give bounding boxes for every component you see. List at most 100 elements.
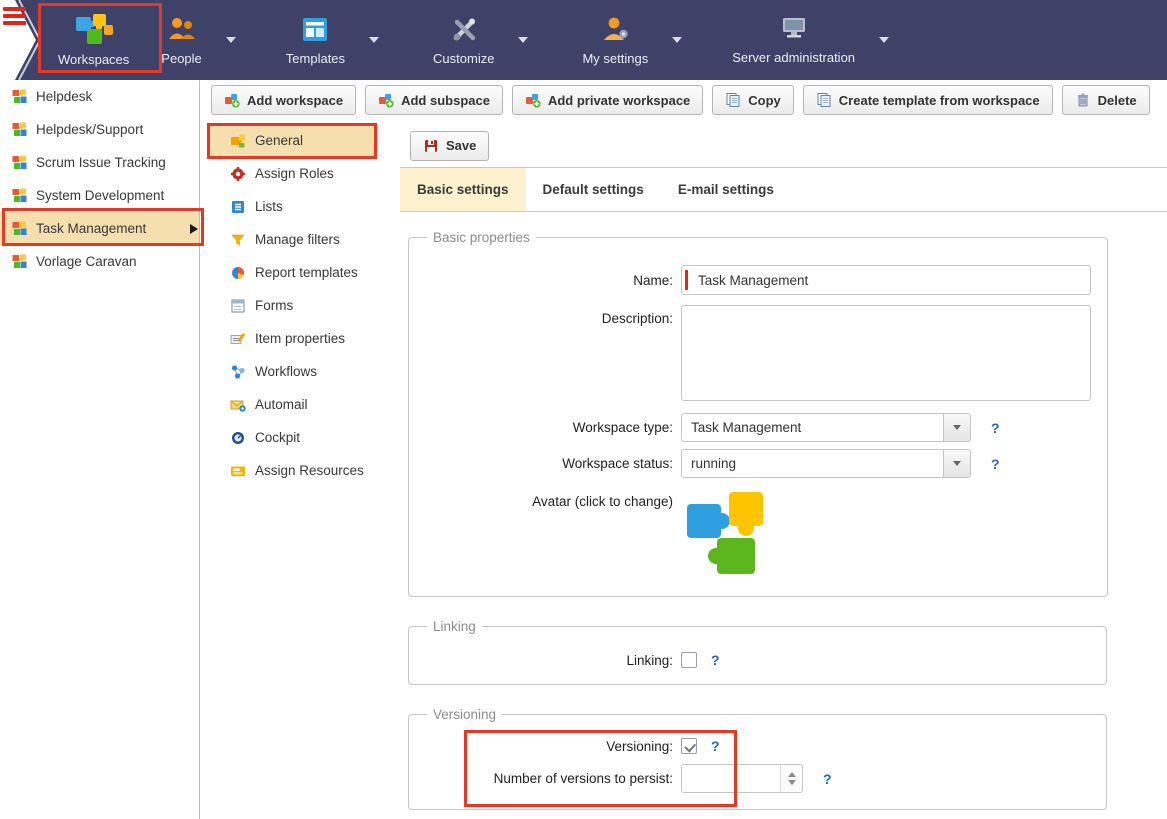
menu-item-label: Automail: [255, 397, 308, 412]
button-label: Add subspace: [401, 93, 490, 108]
chevron-down-icon: [672, 37, 682, 43]
sidebar-item-label: System Development: [36, 188, 164, 203]
server-administration-dropdown[interactable]: [871, 0, 897, 80]
menu-item-cockpit[interactable]: Cockpit: [210, 421, 400, 454]
nav-label-people: People: [161, 51, 201, 66]
menu-item-forms[interactable]: Forms: [210, 289, 400, 322]
help-icon[interactable]: ?: [991, 456, 1000, 472]
sidebar-item-label: Vorlage Caravan: [36, 254, 137, 269]
people-dropdown[interactable]: [218, 0, 244, 80]
nav-item-people[interactable]: People: [145, 0, 217, 80]
workspace-settings-content: Save Basic settings Default settings E-m…: [400, 124, 1167, 819]
name-row: Name:: [419, 265, 1091, 295]
versioning-row: Versioning: ?: [419, 738, 1090, 754]
basic-properties-fieldset: Basic properties Name: Description: Work…: [408, 230, 1108, 597]
linking-checkbox[interactable]: [681, 652, 697, 668]
name-label: Name:: [419, 273, 673, 288]
menu-item-item-properties[interactable]: Item properties: [210, 322, 400, 355]
chevron-down-icon[interactable]: [943, 450, 970, 477]
workspace-status-row: Workspace status: running ?: [419, 449, 1091, 478]
menu-item-workflows[interactable]: Workflows: [210, 355, 400, 388]
sidebar-item-vorlage-caravan[interactable]: Vorlage Caravan: [0, 245, 199, 278]
customize-dropdown[interactable]: [510, 0, 536, 80]
save-icon: [423, 138, 439, 154]
save-button[interactable]: Save: [410, 131, 489, 161]
add-subspace-icon: [378, 92, 394, 108]
menu-item-label: Report templates: [255, 265, 358, 280]
nav-item-my-settings[interactable]: My settings: [566, 0, 664, 80]
menu-item-label: General: [255, 133, 303, 148]
spinner-down-icon[interactable]: [788, 780, 796, 785]
my-settings-dropdown[interactable]: [664, 0, 690, 80]
sidebar-item-scrum-issue-tracking[interactable]: Scrum Issue Tracking: [0, 146, 199, 179]
nav-item-workspaces[interactable]: Workspaces: [42, 0, 145, 80]
workspace-avatar[interactable]: [681, 488, 773, 580]
workspace-puzzle-icon: [12, 221, 27, 236]
versioning-checkbox[interactable]: [681, 738, 697, 754]
add-private-workspace-button[interactable]: Add private workspace: [512, 85, 703, 115]
nav-label-my-settings: My settings: [582, 51, 648, 66]
avatar-row: Avatar (click to change): [419, 488, 1091, 580]
add-subspace-button[interactable]: Add subspace: [365, 85, 503, 115]
workspace-type-select[interactable]: Task Management: [681, 413, 971, 442]
assign-roles-icon: [230, 166, 246, 182]
menu-item-assign-roles[interactable]: Assign Roles: [210, 157, 400, 190]
automail-icon: [230, 397, 246, 413]
nav-label-workspaces: Workspaces: [58, 52, 129, 67]
sidebar-item-label: Scrum Issue Tracking: [36, 155, 166, 170]
sidebar-item-task-management[interactable]: Task Management: [0, 212, 199, 245]
workspace-type-row: Workspace type: Task Management ?: [419, 413, 1091, 442]
workspace-puzzle-icon: [12, 89, 27, 104]
chevron-down-icon: [369, 37, 379, 43]
sidebar-item-helpdesk-support[interactable]: Helpdesk/Support: [0, 113, 199, 146]
menu-item-assign-resources[interactable]: Assign Resources: [210, 454, 400, 487]
add-workspace-button[interactable]: Add workspace: [211, 85, 356, 115]
nav-item-templates[interactable]: Templates: [270, 0, 361, 80]
menu-item-label: Assign Roles: [255, 166, 334, 181]
linking-fieldset: Linking Linking: ?: [408, 619, 1107, 685]
chevron-down-icon[interactable]: [943, 414, 970, 441]
server-administration-icon: [779, 15, 809, 43]
menu-item-lists[interactable]: Lists: [210, 190, 400, 223]
help-icon[interactable]: ?: [711, 738, 720, 754]
description-textarea[interactable]: [681, 305, 1091, 401]
help-icon[interactable]: ?: [823, 771, 832, 787]
sidebar-item-helpdesk[interactable]: Helpdesk: [0, 80, 199, 113]
versioning-label: Versioning:: [419, 739, 673, 754]
sidebar-item-system-development[interactable]: System Development: [0, 179, 199, 212]
nav-item-customize[interactable]: Customize: [417, 0, 510, 80]
menu-item-report-templates[interactable]: Report templates: [210, 256, 400, 289]
workspace-status-select[interactable]: running: [681, 449, 971, 478]
workspace-puzzle-icon: [12, 254, 27, 269]
button-label: Add workspace: [247, 93, 343, 108]
workspaces-puzzle-icon: [74, 14, 114, 45]
chevron-down-icon: [518, 37, 528, 43]
menu-item-manage-filters[interactable]: Manage filters: [210, 223, 400, 256]
number-spinner[interactable]: [780, 765, 802, 792]
tab-default-settings[interactable]: Default settings: [526, 168, 661, 211]
add-private-workspace-icon: [525, 92, 541, 108]
menu-item-label: Cockpit: [255, 430, 300, 445]
name-input[interactable]: [681, 265, 1091, 295]
templates-dropdown[interactable]: [361, 0, 387, 80]
basic-properties-legend: Basic properties: [427, 230, 536, 245]
button-label: Copy: [748, 93, 781, 108]
expand-arrow-icon[interactable]: [190, 224, 198, 234]
delete-button[interactable]: Delete: [1062, 85, 1150, 115]
nav-item-server-administration[interactable]: Server administration: [716, 0, 871, 80]
versions-input[interactable]: [682, 765, 780, 792]
chevron-down-icon: [226, 37, 236, 43]
tab-email-settings[interactable]: E-mail settings: [661, 168, 791, 211]
menu-item-general[interactable]: General: [210, 124, 378, 157]
versioning-legend: Versioning: [427, 707, 502, 722]
menu-item-automail[interactable]: Automail: [210, 388, 400, 421]
copy-button[interactable]: Copy: [712, 85, 794, 115]
create-template-from-workspace-button[interactable]: Create template from workspace: [803, 85, 1053, 115]
hamburger-menu-icon[interactable]: [3, 7, 26, 28]
help-icon[interactable]: ?: [711, 652, 720, 668]
button-label: Delete: [1098, 93, 1137, 108]
spinner-up-icon[interactable]: [788, 772, 796, 777]
help-icon[interactable]: ?: [991, 420, 1000, 436]
workspace-puzzle-icon: [12, 122, 27, 137]
tab-basic-settings[interactable]: Basic settings: [400, 168, 526, 211]
